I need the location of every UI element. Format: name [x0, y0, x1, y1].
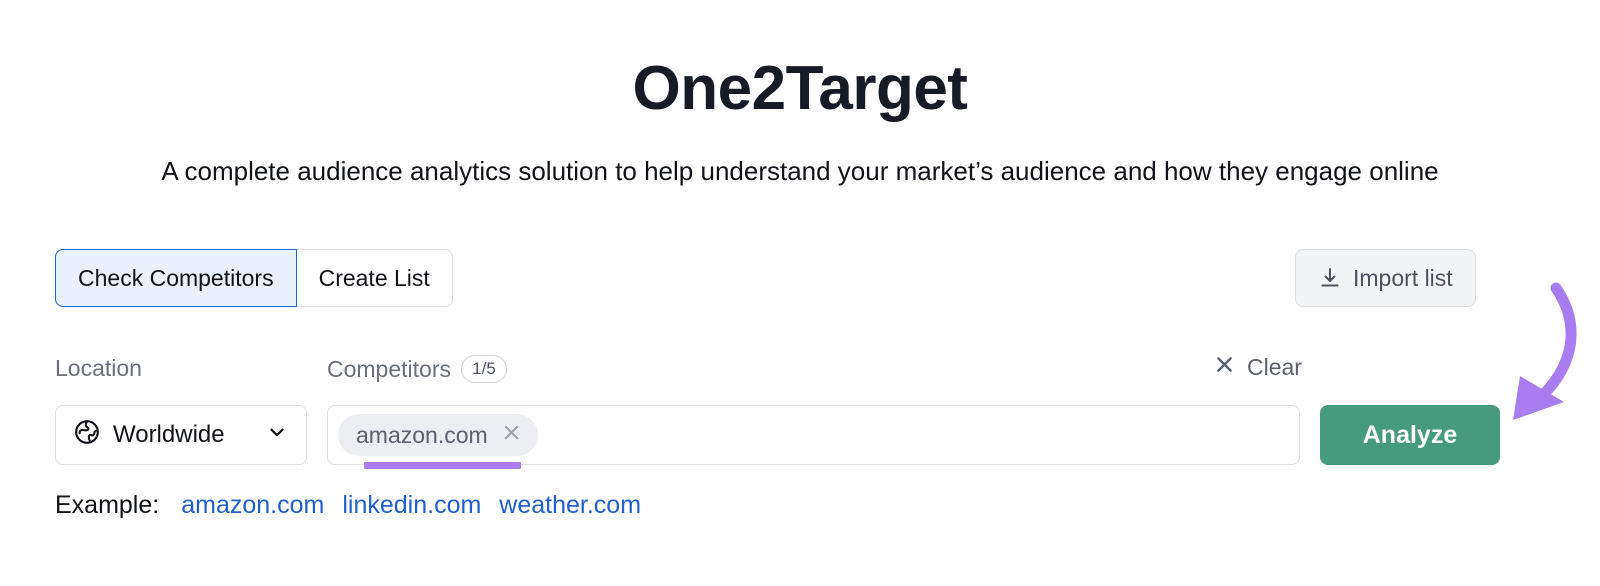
competitors-input[interactable]: amazon.com [327, 405, 1300, 465]
close-icon [1214, 354, 1235, 381]
location-value: Worldwide [113, 421, 225, 448]
tab-check-competitors[interactable]: Check Competitors [55, 249, 297, 307]
tab-create-list-label: Create List [318, 264, 430, 291]
competitor-chip-label: amazon.com [356, 421, 488, 448]
download-icon [1318, 266, 1342, 290]
tab-check-competitors-label: Check Competitors [78, 264, 274, 291]
clear-button[interactable]: Clear [1214, 354, 1302, 381]
analyze-button[interactable]: Analyze [1320, 405, 1500, 465]
highlight-underline-annotation [364, 462, 521, 469]
tab-create-list[interactable]: Create List [296, 249, 453, 307]
examples-row: Example: amazon.com linkedin.com weather… [55, 491, 641, 520]
competitors-label: Competitors [327, 355, 451, 382]
competitors-count-badge: 1/5 [460, 355, 507, 383]
location-select[interactable]: Worldwide [55, 405, 307, 465]
examples-label: Example: [55, 491, 160, 519]
mode-toggle-group: Check Competitors Create List [55, 249, 453, 307]
clear-label: Clear [1247, 354, 1302, 380]
page-subtitle: A complete audience analytics solution t… [161, 156, 1439, 186]
competitor-chip[interactable]: amazon.com [338, 414, 538, 456]
import-list-label: Import list [1353, 264, 1453, 291]
analyze-button-label: Analyze [1362, 420, 1458, 449]
page-title: One2Target [632, 54, 968, 123]
one2target-page: One2Target A complete audience analytics… [0, 0, 1600, 586]
example-link-amazon[interactable]: amazon.com [181, 491, 324, 520]
example-link-weather[interactable]: weather.com [499, 491, 641, 520]
example-link-linkedin[interactable]: linkedin.com [342, 491, 481, 520]
location-label: Location [55, 355, 142, 381]
globe-icon [74, 419, 100, 452]
close-icon[interactable] [501, 422, 522, 449]
competitors-label-group: Competitors 1/5 [327, 355, 507, 383]
import-list-button[interactable]: Import list [1295, 249, 1476, 307]
chevron-down-icon [266, 421, 288, 450]
